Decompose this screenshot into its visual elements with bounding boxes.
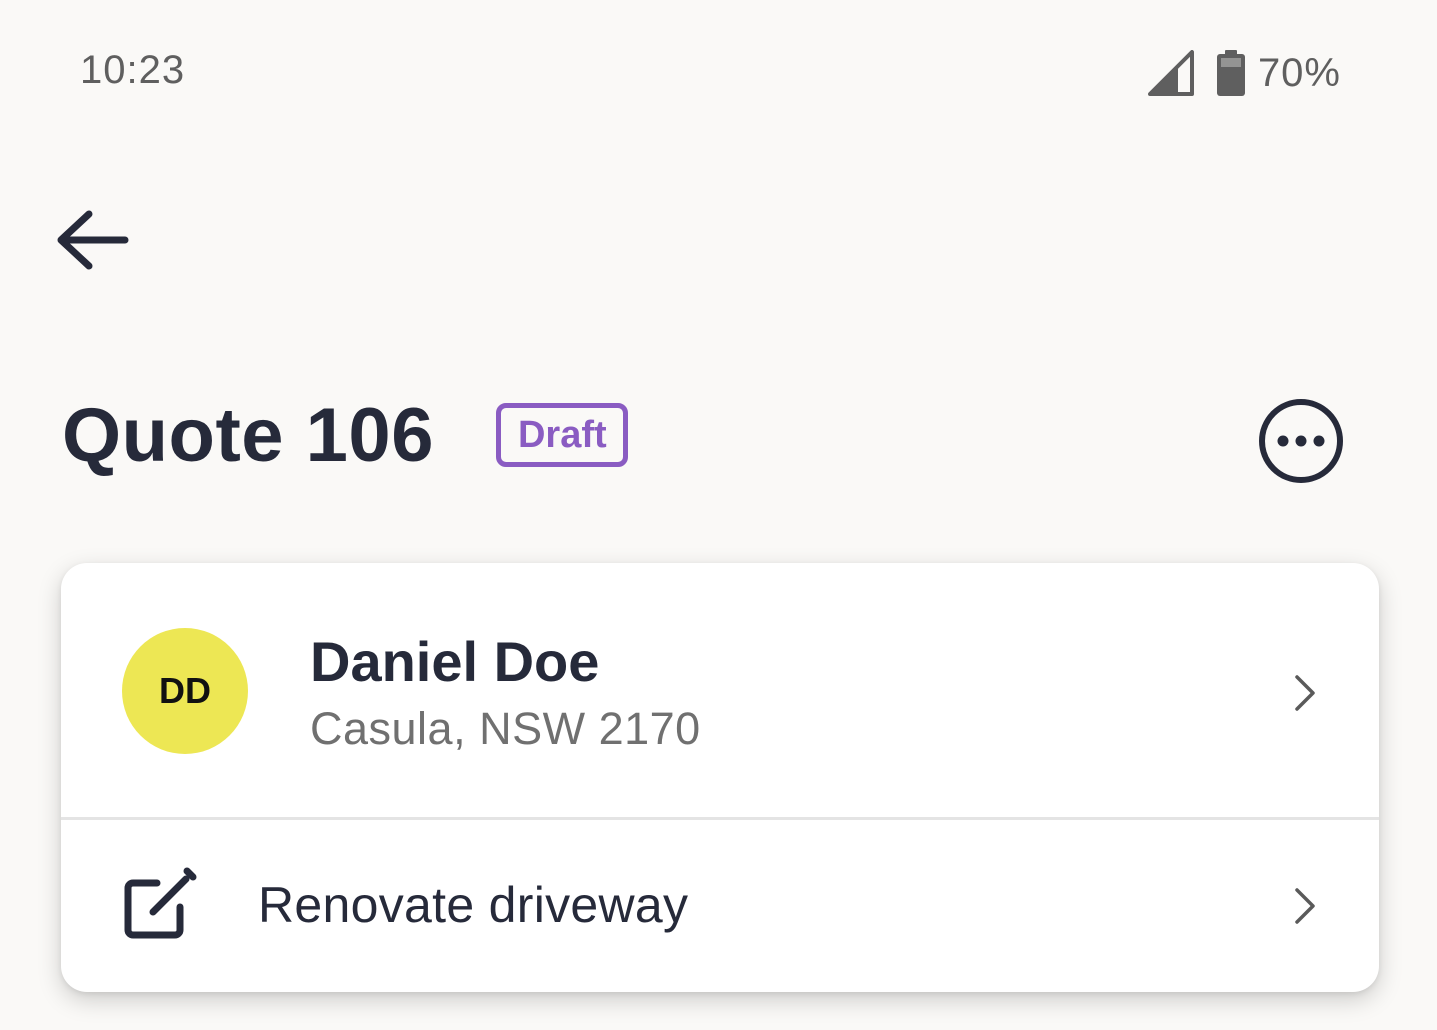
status-badge: Draft	[495, 403, 628, 467]
quote-summary-card: DD Daniel Doe Casula, NSW 2170 Renovate …	[61, 563, 1379, 992]
more-options-button[interactable]	[1257, 397, 1345, 485]
page-title: Quote 106	[62, 392, 434, 478]
status-icons: 70%	[1147, 48, 1341, 98]
back-button[interactable]	[48, 200, 134, 280]
avatar: DD	[122, 628, 248, 754]
battery-percentage: 70%	[1257, 50, 1341, 95]
client-address: Casula, NSW 2170	[310, 703, 701, 754]
client-name: Daniel Doe	[310, 630, 600, 693]
status-bar: 10:23 70%	[0, 0, 1437, 140]
signal-icon	[1147, 50, 1194, 96]
arrow-left-icon	[57, 210, 129, 270]
chevron-right-icon	[1295, 888, 1315, 924]
chevron-right-icon	[1295, 675, 1315, 711]
status-time: 10:23	[80, 48, 186, 92]
client-row[interactable]: DD Daniel Doe Casula, NSW 2170	[61, 563, 1379, 817]
job-title: Renovate driveway	[258, 877, 689, 933]
edit-icon	[124, 867, 197, 939]
avatar-initials: DD	[159, 670, 211, 711]
job-description-row[interactable]: Renovate driveway	[61, 820, 1379, 992]
more-horizontal-circle-icon	[1259, 399, 1343, 483]
title-row: Quote 106 Draft	[62, 385, 628, 485]
battery-icon	[1216, 50, 1245, 96]
